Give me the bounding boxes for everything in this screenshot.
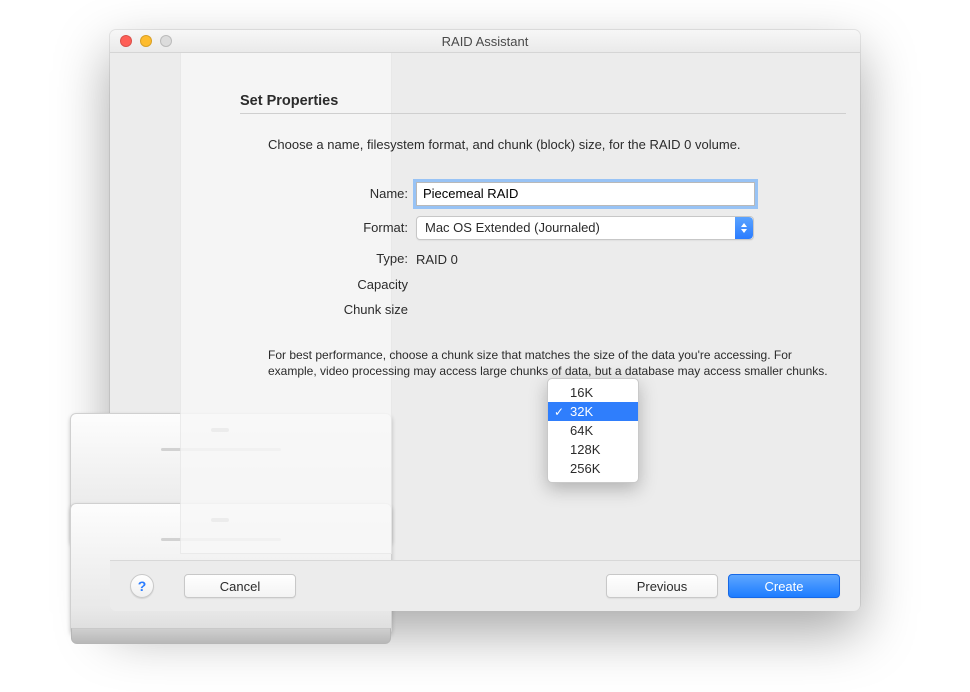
window-controls bbox=[110, 35, 172, 47]
chunk-option-32k[interactable]: 32K bbox=[548, 402, 638, 421]
panel-intro: Choose a name, filesystem format, and ch… bbox=[240, 136, 846, 154]
name-label: Name: bbox=[268, 186, 416, 201]
raid-assistant-window: RAID Assistant Set Properties Choose a n… bbox=[110, 30, 860, 610]
cancel-button[interactable]: Cancel bbox=[184, 574, 296, 598]
close-icon[interactable] bbox=[120, 35, 132, 47]
zoom-icon bbox=[160, 35, 172, 47]
titlebar: RAID Assistant bbox=[110, 30, 860, 53]
format-label: Format: bbox=[268, 220, 416, 235]
chunk-option-128k[interactable]: 128K bbox=[548, 440, 638, 459]
type-label: Type: bbox=[268, 251, 416, 266]
chevrons-icon bbox=[735, 217, 753, 239]
format-value: Mac OS Extended (Journaled) bbox=[425, 220, 600, 235]
footer: ? Cancel Previous Create bbox=[110, 560, 860, 611]
create-button[interactable]: Create bbox=[728, 574, 840, 598]
divider bbox=[240, 113, 846, 114]
performance-hint: For best performance, choose a chunk siz… bbox=[240, 327, 846, 379]
help-button[interactable]: ? bbox=[130, 574, 154, 598]
chunk-size-label: Chunk size bbox=[268, 302, 416, 317]
chunk-size-popover[interactable]: 16K 32K 64K 128K 256K bbox=[547, 378, 639, 483]
format-select[interactable]: Mac OS Extended (Journaled) bbox=[416, 216, 754, 240]
minimize-icon[interactable] bbox=[140, 35, 152, 47]
chunk-option-64k[interactable]: 64K bbox=[548, 421, 638, 440]
previous-button[interactable]: Previous bbox=[606, 574, 718, 598]
type-value: RAID 0 bbox=[416, 250, 458, 267]
window-title: RAID Assistant bbox=[110, 34, 860, 49]
name-input[interactable] bbox=[416, 182, 755, 206]
properties-panel: Set Properties Choose a name, filesystem… bbox=[240, 93, 846, 379]
panel-heading: Set Properties bbox=[240, 93, 846, 109]
chunk-option-16k[interactable]: 16K bbox=[548, 383, 638, 402]
capacity-label: Capacity bbox=[268, 277, 416, 292]
chunk-option-256k[interactable]: 256K bbox=[548, 459, 638, 478]
